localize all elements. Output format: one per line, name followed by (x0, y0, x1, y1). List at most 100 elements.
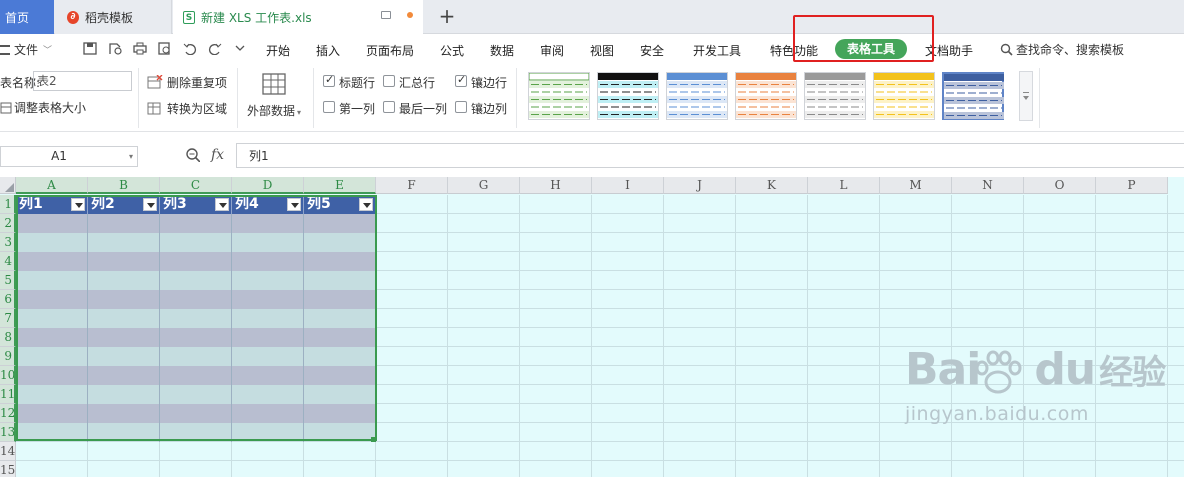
highlight-annotation (793, 15, 934, 62)
row-header-5[interactable]: 5 (0, 271, 16, 290)
table-style-dark-blue[interactable] (942, 72, 1004, 120)
redo-icon[interactable] (208, 42, 222, 55)
column-header-i[interactable]: I (592, 177, 664, 194)
table-style-green[interactable] (528, 72, 590, 120)
menu-page-layout[interactable]: 页面布局 (366, 42, 414, 59)
menu-formula[interactable]: 公式 (440, 42, 464, 59)
external-data-button[interactable]: 外部数据 ▾ (247, 102, 301, 119)
monitor-icon[interactable] (381, 11, 391, 19)
print-icon[interactable] (133, 42, 147, 55)
gridline (591, 195, 592, 477)
table-style-black[interactable] (597, 72, 659, 120)
menu-security[interactable]: 安全 (640, 42, 664, 59)
row-header-9[interactable]: 9 (0, 347, 16, 366)
column-header-p[interactable]: P (1096, 177, 1168, 194)
fx-button[interactable]: fx (211, 147, 224, 163)
row-header-1[interactable]: 1 (0, 195, 16, 214)
unsaved-dot-icon (407, 12, 413, 18)
zoom-icon[interactable] (186, 148, 200, 162)
remove-duplicates-label: 删除重复项 (167, 76, 228, 90)
gridline (1095, 195, 1096, 477)
column-header-f[interactable]: F (376, 177, 448, 194)
total-row-label: 汇总行 (399, 76, 436, 90)
banded-columns-label: 镶边列 (471, 102, 508, 116)
row-header-13[interactable]: 13 (0, 423, 16, 442)
column-header-d[interactable]: D (232, 177, 304, 194)
banded-rows-checkbox[interactable] (455, 73, 467, 87)
save-icon[interactable] (83, 42, 97, 55)
column-header-j[interactable]: J (664, 177, 736, 194)
name-box-dropdown-icon[interactable]: ▾ (129, 147, 133, 166)
select-all-corner[interactable] (0, 177, 16, 194)
file-menu[interactable]: 文件 (14, 41, 38, 58)
column-header-b[interactable]: B (88, 177, 160, 194)
banded-columns-checkbox[interactable] (455, 101, 467, 113)
worksheet-grid[interactable]: A B C D E F G H I J K L M N O P 列1 列2 列3 列4 列5 1 2 3 4 5 6 7 8 9 10 11 1… (0, 177, 1184, 477)
row-header-11[interactable]: 11 (0, 385, 16, 404)
gridline (735, 195, 736, 477)
undo-icon[interactable] (183, 42, 197, 55)
column-header-m[interactable]: M (880, 177, 952, 194)
column-header-o[interactable]: O (1024, 177, 1096, 194)
first-column-label: 第一列 (339, 102, 376, 116)
table-style-gray[interactable] (804, 72, 866, 120)
header-row-label: 标题行 (339, 76, 376, 90)
tab-document[interactable]: S 新建 XLS 工作表.xls (173, 0, 423, 35)
menu-data[interactable]: 数据 (490, 42, 514, 59)
row-header-12[interactable]: 12 (0, 404, 16, 423)
customize-toolbar-icon[interactable] (233, 42, 247, 55)
table-name-input[interactable]: 表2 (33, 71, 132, 91)
tab-template-label: 稻壳模板 (85, 10, 134, 25)
column-header-n[interactable]: N (952, 177, 1024, 194)
column-header-c[interactable]: C (160, 177, 232, 194)
tab-template[interactable]: ∂ 稻壳模板 (55, 0, 172, 34)
table-style-yellow[interactable] (873, 72, 935, 120)
last-column-checkbox[interactable] (383, 101, 395, 113)
column-header-h[interactable]: H (520, 177, 592, 194)
docer-icon: ∂ (67, 10, 79, 24)
row-header-8[interactable]: 8 (0, 328, 16, 347)
search-command[interactable]: 查找命令、搜索模板 (1000, 41, 1124, 58)
gallery-scroll-button[interactable] (1019, 71, 1033, 121)
first-column-checkbox[interactable] (323, 101, 335, 113)
menu-developer[interactable]: 开发工具 (693, 42, 741, 59)
print-preview-icon[interactable] (158, 42, 172, 55)
tab-home[interactable]: 首页 (0, 0, 54, 34)
name-box[interactable]: A1 ▾ (0, 146, 138, 167)
convert-to-range-label: 转换为区域 (167, 102, 228, 116)
menu-review[interactable]: 审阅 (540, 42, 564, 59)
table-style-orange[interactable] (735, 72, 797, 120)
row-header-4[interactable]: 4 (0, 252, 16, 271)
style-preview-icon (667, 73, 727, 118)
last-column-label: 最后一列 (399, 102, 448, 116)
table-style-blue[interactable] (666, 72, 728, 120)
remove-duplicates-button[interactable]: 删除重复项 (147, 74, 227, 91)
dropdown-arrow-icon: ▾ (297, 108, 302, 117)
row-header-10[interactable]: 10 (0, 366, 16, 385)
row-header-2[interactable]: 2 (0, 214, 16, 233)
formula-input[interactable]: 列1 (236, 143, 1184, 168)
add-tab-button[interactable]: + (438, 4, 456, 28)
total-row-checkbox[interactable] (383, 75, 395, 87)
fill-handle[interactable] (371, 437, 376, 442)
column-header-a[interactable]: A (16, 177, 88, 194)
column-header-k[interactable]: K (736, 177, 808, 194)
row-header-14[interactable]: 14 (0, 442, 16, 461)
row-header-7[interactable]: 7 (0, 309, 16, 328)
output-icon[interactable] (108, 42, 122, 55)
menu-start[interactable]: 开始 (266, 42, 290, 59)
column-header-l[interactable]: L (808, 177, 880, 194)
menu-view[interactable]: 视图 (590, 42, 614, 59)
style-preview-icon (874, 73, 934, 118)
column-header-g[interactable]: G (448, 177, 520, 194)
row-header-3[interactable]: 3 (0, 233, 16, 252)
row-header-6[interactable]: 6 (0, 290, 16, 309)
row-header-15[interactable]: 15 (0, 461, 16, 477)
menu-insert[interactable]: 插入 (316, 42, 340, 59)
convert-to-range-button[interactable]: 转换为区域 (147, 100, 227, 117)
gridline (16, 460, 1184, 461)
header-row-checkbox[interactable] (323, 73, 335, 87)
watermark-url: jingyan.baidu.com (905, 403, 1089, 425)
resize-table-button[interactable]: 调整表格大小 (0, 99, 86, 116)
column-header-e[interactable]: E (304, 177, 376, 194)
